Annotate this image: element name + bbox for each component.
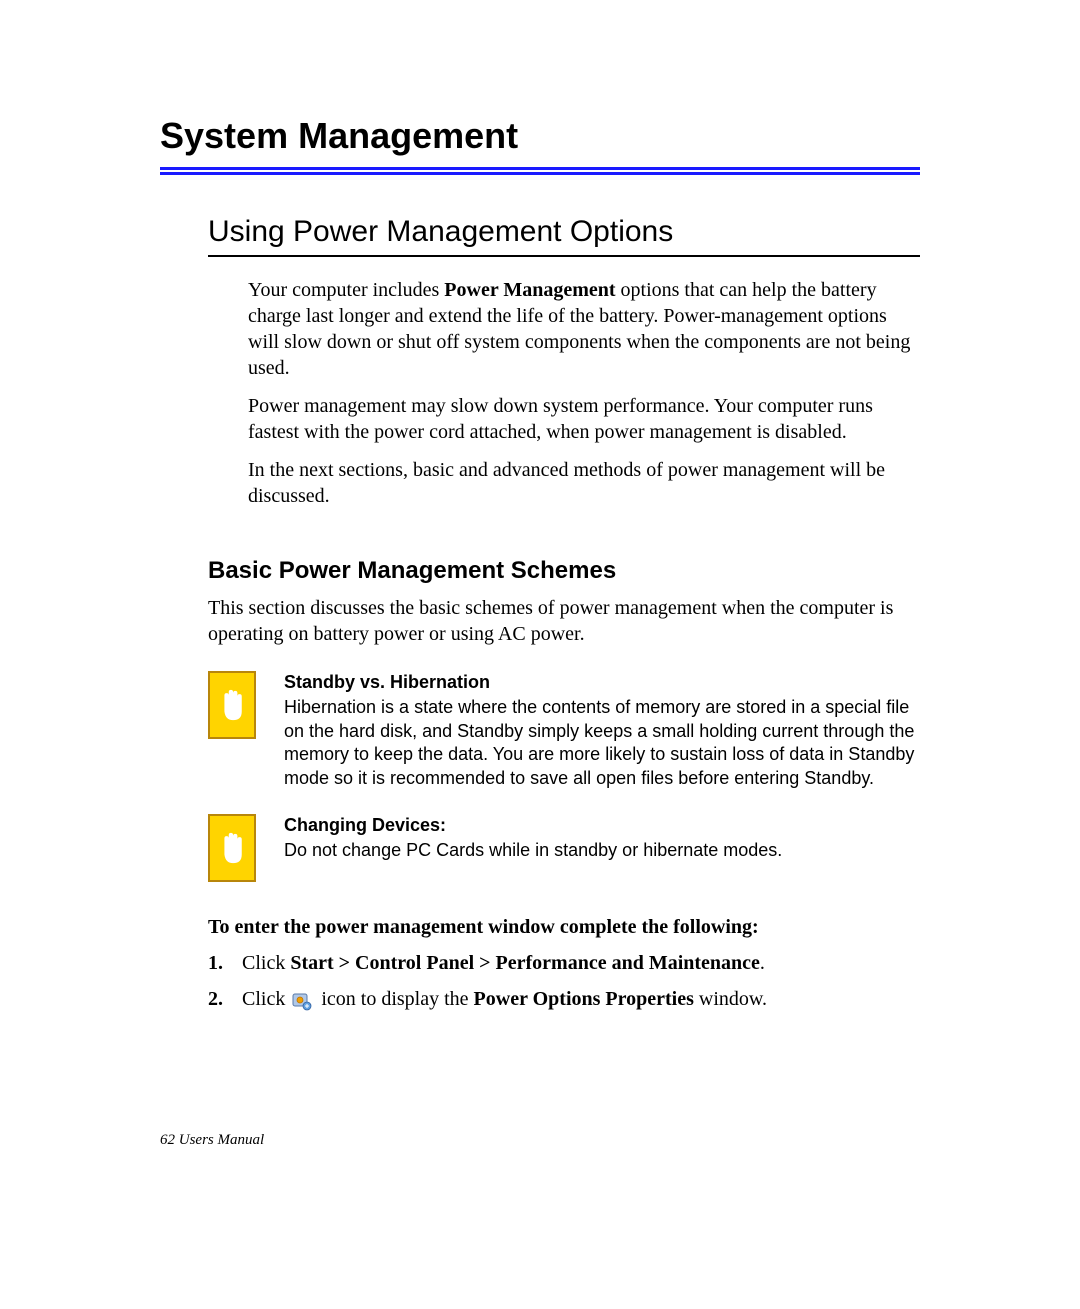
note-icon-wrap	[208, 814, 256, 882]
sub-intro-paragraph: This section discusses the basic schemes…	[208, 595, 920, 647]
note-standby-hibernation: Standby vs. Hibernation Hibernation is a…	[208, 671, 920, 790]
section-rule	[208, 255, 920, 257]
subheading-basic-schemes: Basic Power Management Schemes	[208, 557, 920, 585]
note-body: Hibernation is a state where the content…	[284, 697, 914, 787]
step-pre: Click	[242, 952, 290, 974]
page: System Management Using Power Management…	[0, 0, 1080, 1309]
step-post: window.	[694, 988, 767, 1010]
note-body: Do not change PC Cards while in standby …	[284, 840, 782, 860]
intro-body: Your computer includes Power Management …	[248, 277, 920, 509]
chapter-title: System Management	[160, 115, 920, 157]
intro-paragraph-2: Power management may slow down system pe…	[248, 393, 920, 445]
step-bold: Power Options Properties	[474, 988, 694, 1010]
section-heading: Using Power Management Options	[208, 215, 920, 249]
step-pre: Click	[242, 988, 290, 1010]
note-text: Changing Devices: Do not change PC Cards…	[284, 814, 782, 863]
note-changing-devices: Changing Devices: Do not change PC Cards…	[208, 814, 920, 882]
step-text: Click Start > Control Panel > Performanc…	[242, 949, 765, 977]
step-text: Click icon to display the Power Options …	[242, 985, 767, 1013]
instruction-step-1: 1. Click Start > Control Panel > Perform…	[208, 949, 920, 977]
intro-paragraph-3: In the next sections, basic and advanced…	[248, 457, 920, 509]
power-options-icon	[292, 991, 312, 1009]
instructions-lead: To enter the power management window com…	[208, 916, 920, 939]
note-icon-wrap	[208, 671, 256, 739]
note-text: Standby vs. Hibernation Hibernation is a…	[284, 671, 920, 790]
page-footer: 62 Users Manual	[160, 1132, 264, 1149]
stop-hand-icon	[208, 814, 256, 882]
stop-hand-icon	[208, 671, 256, 739]
instruction-step-2: 2. Click icon to display the Power Optio…	[208, 985, 920, 1013]
intro-p1-pre: Your computer includes	[248, 279, 444, 301]
note-title: Changing Devices:	[284, 814, 782, 837]
step-post: .	[760, 952, 765, 974]
step-bold: Start > Control Panel > Performance and …	[290, 952, 760, 974]
note-title: Standby vs. Hibernation	[284, 671, 920, 694]
step-number: 1.	[208, 949, 242, 977]
instructions-list: 1. Click Start > Control Panel > Perform…	[208, 949, 920, 1013]
step-number: 2.	[208, 985, 242, 1013]
title-rule	[160, 167, 920, 175]
intro-paragraph-1: Your computer includes Power Management …	[248, 277, 920, 381]
section-block: Using Power Management Options Your comp…	[208, 215, 920, 1013]
step-mid: icon to display the	[316, 988, 473, 1010]
intro-p1-bold: Power Management	[444, 279, 615, 301]
